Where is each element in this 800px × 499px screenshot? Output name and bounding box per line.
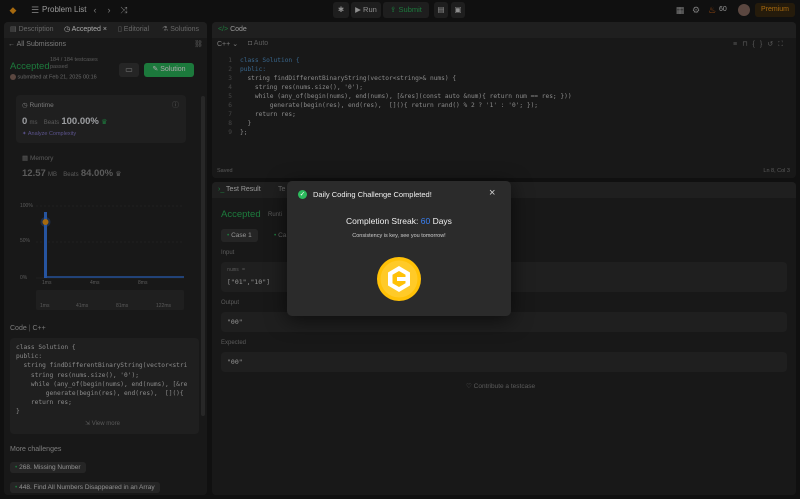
daily-challenge-modal: ✓ Daily Coding Challenge Completed! × Co…	[287, 181, 511, 316]
modal-message: Consistency is key, see you tomorrow!	[352, 233, 446, 239]
modal-title: Daily Coding Challenge Completed!	[313, 190, 432, 199]
streak-suffix: Days	[432, 216, 452, 226]
streak-line: Completion Streak: 60 Days	[287, 216, 511, 226]
streak-value: 60	[420, 216, 431, 226]
close-modal-icon[interactable]: ×	[489, 187, 495, 199]
check-circle-icon: ✓	[298, 190, 307, 199]
streak-prefix: Completion Streak:	[346, 216, 419, 226]
coin-icon	[377, 257, 421, 301]
